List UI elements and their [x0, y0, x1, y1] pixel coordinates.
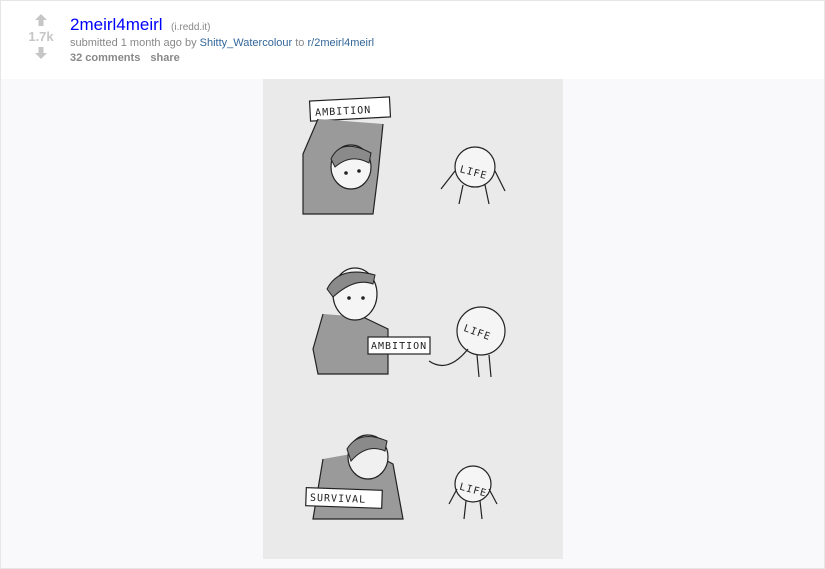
- panel-2: AMBITION LIFE: [312, 267, 506, 378]
- panel2-sign-text: AMBITION: [371, 341, 427, 352]
- post-domain[interactable]: (i.redd.it): [171, 22, 210, 33]
- page-frame: 1.7k 2meirl4meirl (i.redd.it) submitted …: [0, 0, 825, 569]
- downvote-arrow-icon[interactable]: [34, 46, 48, 60]
- to-text: to: [295, 37, 305, 49]
- submitted-text: submitted 1 month ago by: [70, 37, 197, 49]
- post-buttons: 32 comments share: [70, 52, 187, 64]
- vote-column: 1.7k: [23, 13, 59, 60]
- comic-drawing: AMBITION LIFE AMBITION LIFE SURVIVAL LIF…: [302, 96, 506, 520]
- author-link[interactable]: Shitty_Watercolour: [200, 37, 293, 49]
- share-link[interactable]: share: [150, 52, 179, 64]
- panel-1: AMBITION LIFE: [302, 96, 506, 215]
- title-line: 2meirl4meirl (i.redd.it): [70, 15, 210, 35]
- panel3-sign-text: SURVIVAL: [310, 493, 367, 506]
- post-score: 1.7k: [28, 29, 54, 44]
- comments-link[interactable]: 32 comments: [70, 52, 140, 64]
- post-tagline: submitted 1 month ago by Shitty_Watercol…: [70, 37, 374, 49]
- media-preview-area: AMBITION LIFE AMBITION LIFE SURVIVAL LIF…: [1, 79, 824, 568]
- subreddit-link[interactable]: r/2meirl4meirl: [307, 37, 374, 49]
- comic-image[interactable]: AMBITION LIFE AMBITION LIFE SURVIVAL LIF…: [263, 79, 563, 559]
- post-title-link[interactable]: 2meirl4meirl: [70, 15, 163, 34]
- panel-3: SURVIVAL LIFE: [305, 434, 498, 520]
- post-header: 1.7k 2meirl4meirl (i.redd.it) submitted …: [1, 1, 824, 79]
- upvote-arrow-icon[interactable]: [34, 13, 48, 27]
